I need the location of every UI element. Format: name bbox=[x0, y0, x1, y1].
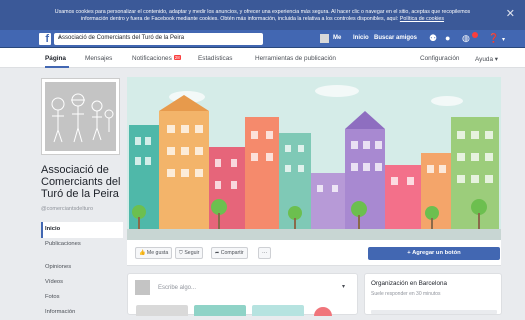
cover-illustration bbox=[127, 77, 501, 240]
help-menu[interactable]: Ayuda ▾ bbox=[475, 55, 498, 63]
side-item-home[interactable]: Inicio bbox=[41, 222, 123, 238]
composer-option-photo[interactable] bbox=[136, 305, 188, 316]
tab-insights[interactable]: Estadísticas bbox=[198, 55, 232, 62]
tab-notifications[interactable]: Notificaciones 28 bbox=[132, 55, 181, 62]
page-side-menu: Inicio Publicaciones Opiniones Vídeos Fo… bbox=[41, 222, 123, 320]
side-item-reviews[interactable]: Opiniones bbox=[41, 260, 123, 275]
search-input[interactable]: Associació de Comerciants del Turó de la… bbox=[54, 33, 263, 45]
follow-button[interactable]: ⛉ Seguir bbox=[175, 247, 204, 259]
profile-drawing bbox=[45, 82, 116, 151]
composer-avatar bbox=[135, 280, 150, 295]
tab-messages[interactable]: Mensajes bbox=[85, 55, 112, 62]
friends-icon[interactable]: ⚉ bbox=[429, 33, 437, 44]
avatar[interactable] bbox=[320, 34, 329, 43]
tab-notifications-label: Notificaciones bbox=[132, 55, 172, 62]
cookie-text-line2: información dentro y fuera de Facebook m… bbox=[80, 16, 399, 22]
post-composer[interactable]: Escribe algo... ▾ bbox=[127, 273, 358, 316]
page-handle[interactable]: @comerciantsdelturo bbox=[41, 206, 93, 212]
side-item-posts[interactable]: Publicaciones bbox=[41, 238, 123, 260]
cookie-policy-link[interactable]: Política de cookies bbox=[400, 16, 444, 22]
more-options-button[interactable]: ··· bbox=[258, 247, 272, 259]
composer-option-video[interactable] bbox=[194, 305, 246, 316]
page-category: Organización en Barcelona bbox=[371, 280, 447, 287]
side-item-videos[interactable]: Vídeos bbox=[41, 275, 123, 290]
cover-photo[interactable] bbox=[127, 77, 501, 240]
profile-picture[interactable] bbox=[41, 78, 120, 155]
page-tabs: Página Mensajes Notificaciones 28 Estadís… bbox=[0, 48, 525, 68]
top-navigation-bar: f Associació de Comerciants del Turó de … bbox=[0, 30, 525, 48]
settings-link[interactable]: Configuración bbox=[420, 55, 459, 62]
like-label: Me gusta bbox=[146, 250, 169, 256]
nav-profile[interactable]: Me bbox=[333, 35, 341, 41]
chevron-down-icon[interactable]: ▾ bbox=[502, 35, 505, 46]
cookie-text-line1: Usamos cookies para personalizar el cont… bbox=[54, 9, 471, 15]
active-tab-indicator bbox=[45, 66, 69, 68]
facebook-logo[interactable]: f bbox=[39, 33, 51, 45]
tab-publishing-tools[interactable]: Herramientas de publicación bbox=[255, 55, 336, 62]
nav-find-friends[interactable]: Buscar amigos bbox=[374, 35, 417, 41]
help-icon[interactable]: ❓ bbox=[488, 33, 499, 44]
notification-badge bbox=[472, 32, 478, 38]
composer-option-offer[interactable] bbox=[252, 305, 304, 316]
response-time: Suele responder en 30 minutos bbox=[371, 291, 441, 297]
like-button[interactable]: 👍 Me gusta bbox=[135, 247, 173, 259]
globe-icon[interactable]: ◍ bbox=[462, 33, 470, 44]
composer-placeholder[interactable]: Escribe algo... bbox=[158, 285, 196, 291]
chevron-down-icon[interactable]: ▾ bbox=[342, 283, 345, 290]
cookie-banner: Usamos cookies para personalizar el cont… bbox=[0, 0, 525, 30]
nav-home[interactable]: Inicio bbox=[353, 35, 369, 41]
tab-page[interactable]: Página bbox=[45, 55, 66, 62]
page-action-bar: 👍 Me gusta ⛉ Seguir ➦ Compartir ··· + Ag… bbox=[127, 240, 501, 266]
about-card: Organización en Barcelona Suele responde… bbox=[364, 273, 502, 315]
notifications-count-badge: 28 bbox=[173, 55, 181, 60]
divider bbox=[371, 310, 497, 314]
search-icon[interactable]: ⌕ bbox=[58, 35, 257, 42]
close-icon[interactable]: ✕ bbox=[506, 9, 515, 20]
side-item-about[interactable]: Información bbox=[41, 305, 123, 320]
share-label: Compartir bbox=[220, 250, 244, 256]
share-button[interactable]: ➦ Compartir bbox=[211, 247, 248, 259]
messenger-icon[interactable]: ● bbox=[445, 33, 450, 44]
follow-label: Seguir bbox=[184, 250, 200, 256]
page-title: Associació de Comerciants del Turó de la… bbox=[41, 164, 121, 200]
add-button-cta[interactable]: + Agregar un botón bbox=[368, 247, 500, 260]
side-item-photos[interactable]: Fotos bbox=[41, 290, 123, 305]
